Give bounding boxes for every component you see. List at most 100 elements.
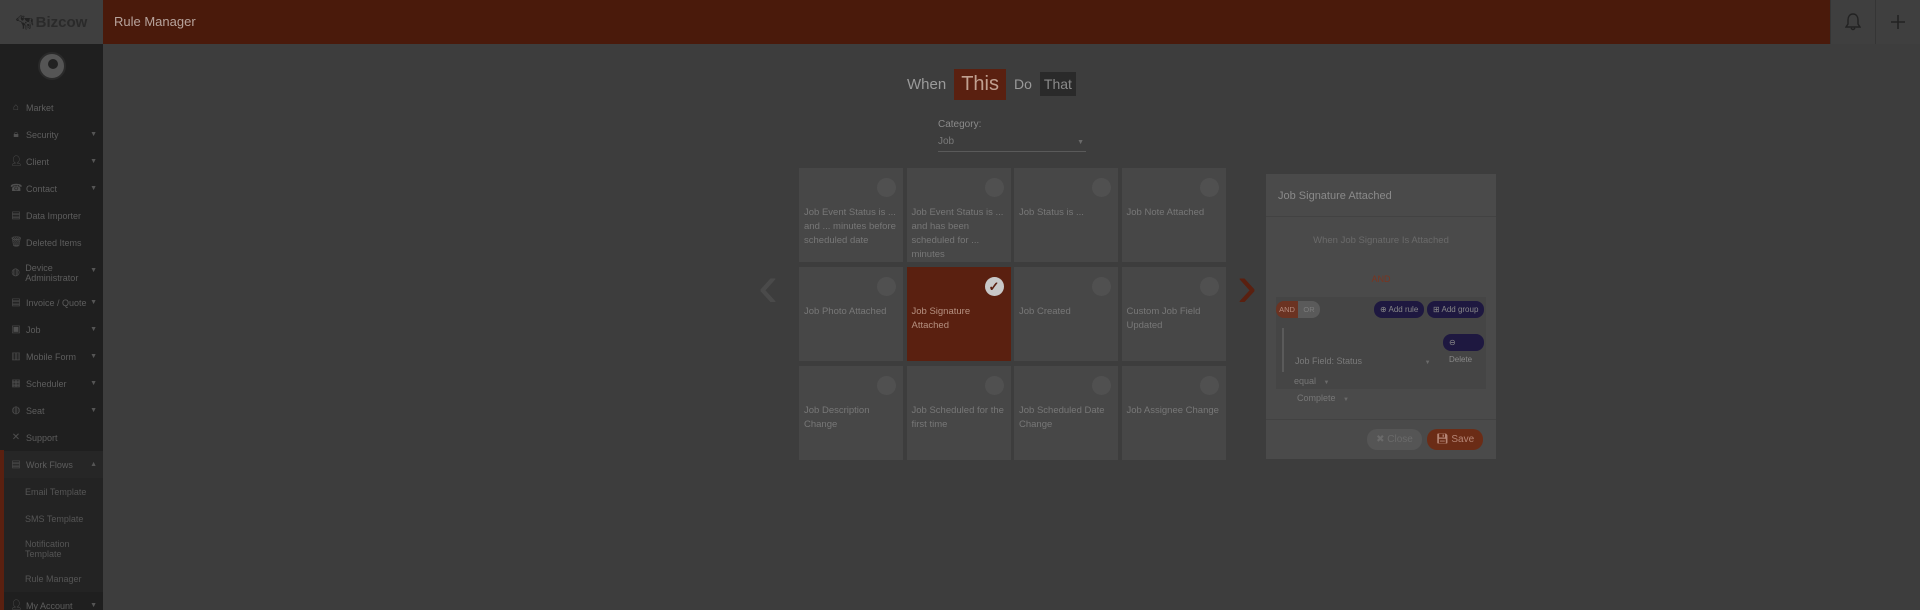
sidebar-icon: ▤ [11, 210, 21, 221]
trigger-card-label: Job Description Change [804, 405, 870, 430]
and-or-toggle: AND OR [1276, 301, 1320, 318]
trigger-card[interactable]: Job Event Status is ... and has been sch… [906, 168, 1011, 262]
modal-footer-divider [1266, 419, 1496, 420]
trigger-card-label: Job Event Status is ... and ... minutes … [804, 207, 896, 246]
rule-field-select[interactable]: Job Field: Status ▼ [1295, 356, 1431, 366]
sidebar-icon: ☎ [10, 183, 23, 194]
sidebar-item-label: Support [26, 432, 58, 443]
sidebar-item-device-administrator[interactable]: ◍ Device Administrator ▼ [0, 256, 103, 289]
category-value: Job [938, 136, 955, 147]
next-arrow-icon[interactable]: › [1237, 256, 1267, 318]
select-circle-icon [1092, 277, 1111, 296]
sidebar-icon: ▦ [11, 378, 21, 389]
sidebar-subitem-sms-template[interactable]: SMS Template [0, 505, 103, 532]
logo[interactable]: 🐄︎ Bizcow [0, 0, 103, 44]
sidebar-item-work-flows[interactable]: ▤ Work Flows ▲ [0, 451, 103, 478]
trigger-card-label: Custom Job Field Updated [1126, 306, 1201, 331]
trigger-card[interactable]: Job Scheduled Date Change [1014, 366, 1118, 460]
modal-description: When Job Signature Is Attached [1313, 235, 1449, 246]
sidebar-item-security[interactable]: 🔒︎ Security ▼ [0, 121, 103, 148]
or-toggle[interactable]: OR [1298, 301, 1320, 318]
sidebar-item-market[interactable]: ⌂ Market [0, 94, 103, 121]
category-select[interactable]: Job ▼ [938, 136, 1086, 152]
sidebar-item-label: Seat [26, 405, 45, 416]
trigger-card[interactable]: ✓ Job Signature Attached [906, 267, 1011, 361]
select-circle-icon [1199, 376, 1219, 395]
this-tab[interactable]: This [954, 68, 1006, 100]
caret-down-icon: ▼ [1424, 360, 1431, 366]
when-this-do-that-header: When This Do That [907, 66, 1076, 102]
trigger-card[interactable]: Job Scheduled for the first time [906, 366, 1011, 460]
trigger-card[interactable]: Job Photo Attached [799, 267, 903, 361]
sidebar-item-contact[interactable]: ☎ Contact ▼ [0, 175, 103, 202]
trigger-card-label: Job Event Status is ... and has been sch… [911, 207, 1004, 260]
that-tab[interactable]: That [1039, 72, 1076, 96]
sidebar-icon: 👤︎ [10, 600, 23, 610]
and-toggle[interactable]: AND [1276, 301, 1298, 318]
trigger-card[interactable]: Job Description Change [799, 366, 903, 460]
trigger-card[interactable]: Custom Job Field Updated [1121, 267, 1226, 361]
sidebar-item-my-account[interactable]: 👤︎ My Account ▼ [0, 592, 103, 610]
top-right-actions [1830, 0, 1920, 44]
sidebar-icon: 🗑︎ [10, 237, 23, 248]
when-label: When [907, 75, 947, 93]
notifications-button[interactable] [1830, 0, 1875, 44]
close-icon: ✖ [1376, 434, 1385, 445]
prev-arrow-icon[interactable]: ‹ [758, 256, 788, 318]
delete-rule-button[interactable]: ⊖ Delete [1443, 334, 1484, 364]
sidebar-item-support[interactable]: ✕ Support [0, 424, 103, 451]
caret-icon: ▼ [90, 185, 97, 192]
caret-icon: ▼ [90, 326, 97, 333]
sidebar-icon: ◍ [11, 266, 21, 278]
add-group-button[interactable]: ⊞ Add group [1427, 301, 1485, 318]
add-button[interactable] [1875, 0, 1920, 44]
caret-icon: ▼ [90, 131, 97, 138]
save-button[interactable]: 💾︎ Save [1427, 429, 1483, 450]
sidebar-item-deleted-items[interactable]: 🗑︎ Deleted Items [0, 229, 103, 256]
trigger-card[interactable]: Job Assignee Change [1121, 366, 1226, 460]
sidebar-item-client[interactable]: 👤︎ Client ▼ [0, 148, 103, 175]
caret-down-icon: ▼ [1077, 139, 1084, 146]
sidebar-item-seat[interactable]: ◍ Seat ▼ [0, 397, 103, 424]
caret-icon: ▼ [90, 380, 97, 387]
sidebar-item-mobile-form[interactable]: ▥ Mobile Form ▼ [0, 343, 103, 370]
sidebar-item-label: Work Flows [26, 459, 73, 470]
caret-icon: ▼ [90, 407, 97, 414]
rule-row: ⊖ Delete Job Field: Status ▼ [1282, 328, 1484, 372]
logo-text: Bizcow [35, 13, 88, 31]
page-title: Rule Manager [114, 14, 196, 29]
sidebar-icon: ◍ [11, 405, 21, 416]
sidebar-item-data-importer[interactable]: ▤ Data Importer [0, 202, 103, 229]
trigger-card-label: Job Scheduled for the first time [911, 405, 1004, 430]
add-rule-button[interactable]: ⊕ Add rule [1374, 301, 1425, 318]
sidebar-active-accent [0, 450, 4, 610]
sidebar-icon: ▤ [11, 297, 21, 308]
rule-operator-select[interactable]: equal ▼ [1294, 376, 1330, 386]
rule-value-select[interactable]: Complete ▼ [1297, 393, 1349, 403]
sidebar-subitem-notification-template[interactable]: Notification Template [0, 532, 103, 565]
trigger-card[interactable]: Job Note Attached [1121, 168, 1226, 262]
trigger-card[interactable]: Job Created [1014, 267, 1118, 361]
caret-down-icon: ▼ [1323, 380, 1330, 386]
sidebar-icon: ▣ [11, 324, 21, 335]
sidebar-item-label: Security [26, 129, 59, 140]
select-circle-icon [877, 277, 896, 296]
trigger-card[interactable]: Job Event Status is ... and ... minutes … [799, 168, 903, 262]
sidebar-item-label: Data Importer [26, 210, 82, 221]
plus-circle-icon: ⊕ [1380, 305, 1387, 314]
caret-icon: ▼ [90, 353, 97, 360]
sidebar-item-invoice-quote[interactable]: ▤ Invoice / Quote ▼ [0, 289, 103, 316]
close-button[interactable]: ✖ Close [1367, 429, 1422, 450]
sidebar-item-job[interactable]: ▣ Job ▼ [0, 316, 103, 343]
sidebar-icon: ▤ [11, 459, 21, 470]
select-circle-icon [877, 178, 896, 197]
sidebar-subitem-email-template[interactable]: Email Template [0, 478, 103, 505]
rule-value-value: Complete [1297, 393, 1336, 403]
sidebar-subitem-rule-manager[interactable]: Rule Manager [0, 565, 103, 592]
select-circle-icon [877, 376, 896, 395]
sidebar-item-label: Mobile Form [26, 351, 77, 362]
sidebar-item-scheduler[interactable]: ▦ Scheduler ▼ [0, 370, 103, 397]
trigger-card[interactable]: Job Status is ... [1014, 168, 1118, 262]
query-builder: AND OR ⊕ Add rule ⊞ Add group ⊖ Delete J… [1276, 297, 1486, 389]
avatar[interactable] [38, 52, 66, 80]
